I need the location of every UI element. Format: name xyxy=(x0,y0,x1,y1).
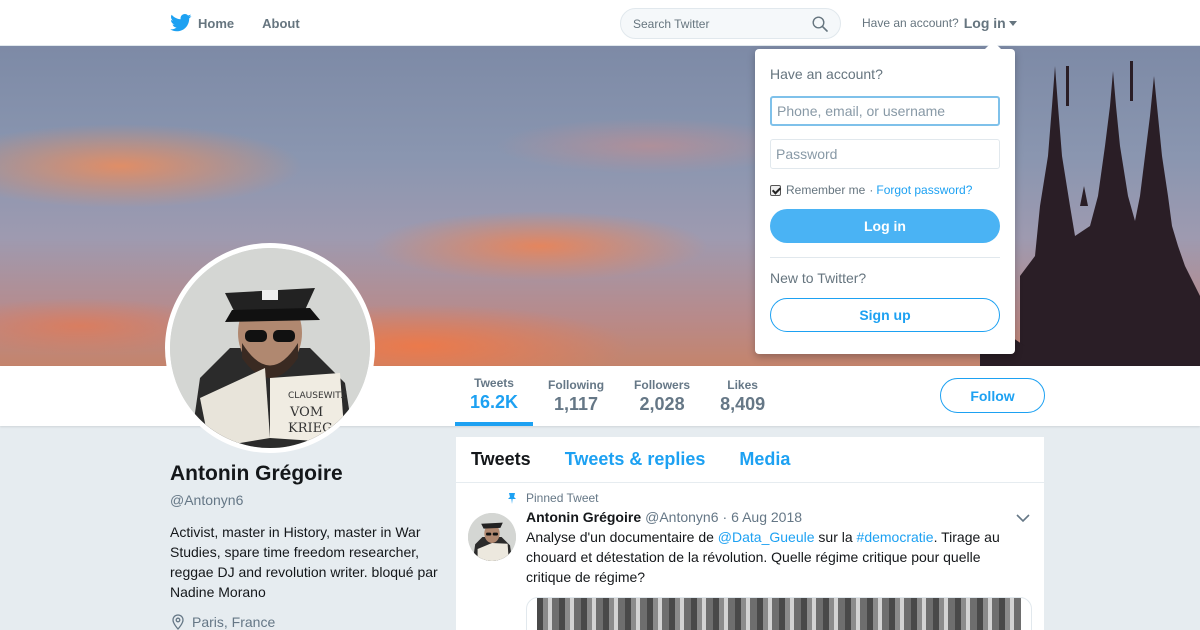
location-pin-icon xyxy=(172,614,184,630)
tweet-media-image xyxy=(537,598,1021,630)
have-account-text: Have an account? xyxy=(862,16,959,30)
tweet-handle[interactable]: @Antonyn6 xyxy=(645,509,718,525)
remember-row: Remember me · Forgot password? xyxy=(770,183,1000,197)
dropdown-title: Have an account? xyxy=(770,66,883,82)
stat-label: Following xyxy=(548,377,605,392)
search-icon[interactable] xyxy=(812,15,828,32)
login-dropdown: Have an account? Remember me · Forgot pa… xyxy=(755,41,1015,354)
stat-following[interactable]: Following 1,117 xyxy=(533,366,619,426)
profile-stats: Tweets 16.2K Following 1,117 Followers 2… xyxy=(455,366,780,426)
stat-label: Tweets xyxy=(474,375,514,390)
remember-checkbox[interactable] xyxy=(770,184,781,196)
location-text: Paris, France xyxy=(192,614,276,630)
stat-label: Likes xyxy=(727,377,758,392)
pin-icon xyxy=(508,493,516,504)
tab-tweets[interactable]: Tweets xyxy=(471,449,531,470)
tweet-text-part: sur la xyxy=(814,529,857,545)
stat-value: 1,117 xyxy=(554,393,599,414)
tweet-avatar-photo xyxy=(468,513,516,561)
chevron-down-icon[interactable] xyxy=(1016,513,1030,523)
dropdown-divider xyxy=(770,257,1000,258)
username-field[interactable] xyxy=(770,96,1000,126)
pinned-indicator: Pinned Tweet xyxy=(508,491,1029,505)
tab-tweets-replies[interactable]: Tweets & replies xyxy=(565,449,706,470)
tweet-date[interactable]: 6 Aug 2018 xyxy=(731,509,802,525)
svg-text:VOM: VOM xyxy=(289,405,323,420)
forgot-password-link[interactable]: Forgot password? xyxy=(876,183,972,197)
profile-location: Paris, France xyxy=(170,614,440,630)
about-link[interactable]: About xyxy=(262,16,300,31)
search-input[interactable]: Search Twitter xyxy=(620,8,841,39)
top-nav: Home About Search Twitter Have an accoun… xyxy=(0,0,1200,46)
login-button[interactable]: Log in xyxy=(770,209,1000,243)
tweet-text-part: Analyse d'un documentaire de xyxy=(526,529,718,545)
profile-name[interactable]: Antonin Grégoire xyxy=(170,462,440,486)
profile-handle[interactable]: @Antonyn6 xyxy=(170,492,440,508)
tab-media[interactable]: Media xyxy=(739,449,790,470)
remember-separator: · xyxy=(869,183,874,197)
avatar-photo: CLAUSEWITZ VOM KRIEG xyxy=(170,248,370,448)
stat-value: 2,028 xyxy=(639,393,685,414)
stat-value: 8,409 xyxy=(720,393,766,414)
profile-avatar[interactable]: CLAUSEWITZ VOM KRIEG xyxy=(165,243,375,453)
home-link[interactable]: Home xyxy=(170,14,234,32)
nav-left: Home About xyxy=(170,0,328,46)
login-dropdown-toggle[interactable]: Log in xyxy=(964,15,1017,31)
home-label: Home xyxy=(198,15,235,31)
stat-label: Followers xyxy=(634,377,691,392)
tweet-avatar[interactable] xyxy=(468,513,516,561)
tweet[interactable]: Pinned Tweet Antonin Grégoire @Antonyn6 … xyxy=(456,483,1044,630)
timeline: Tweets Tweets & replies Media Pinned Twe… xyxy=(456,437,1044,630)
tweet-hashtag-link[interactable]: #democratie xyxy=(857,529,934,545)
follow-button[interactable]: Follow xyxy=(940,378,1045,413)
stat-likes[interactable]: Likes 8,409 xyxy=(705,366,780,426)
svg-text:CLAUSEWITZ: CLAUSEWITZ xyxy=(288,391,347,401)
svg-text:KRIEG: KRIEG xyxy=(288,421,333,436)
tweet-media[interactable] xyxy=(526,597,1032,630)
stat-followers[interactable]: Followers 2,028 xyxy=(619,366,705,426)
stat-tweets[interactable]: Tweets 16.2K xyxy=(455,366,534,426)
profile-bio: Activist, master in History, master in W… xyxy=(170,524,438,600)
remember-label[interactable]: Remember me xyxy=(786,183,865,197)
tweet-text: Analyse d'un documentaire de @Data_Gueul… xyxy=(526,527,1020,587)
signup-button[interactable]: Sign up xyxy=(770,298,1000,332)
search-placeholder: Search Twitter xyxy=(633,16,710,31)
pinned-label: Pinned Tweet xyxy=(526,491,599,505)
tweet-header: Antonin Grégoire @Antonyn6 · 6 Aug 2018 xyxy=(526,509,1029,525)
twitter-bird-icon xyxy=(170,14,192,32)
password-field[interactable] xyxy=(770,139,1000,169)
timeline-tabs: Tweets Tweets & replies Media xyxy=(456,437,1044,483)
tweet-mention-link[interactable]: @Data_Gueule xyxy=(718,529,815,545)
tweet-separator: · xyxy=(722,509,728,525)
profile-info: Antonin Grégoire @Antonyn6 Activist, mas… xyxy=(170,462,440,630)
login-link-label: Log in xyxy=(963,15,1006,31)
new-to-twitter-text: New to Twitter? xyxy=(770,270,867,286)
stat-value: 16.2K xyxy=(470,391,519,412)
caret-down-icon xyxy=(1008,20,1017,26)
account-area: Have an account? Log in xyxy=(862,0,1017,46)
tweet-author[interactable]: Antonin Grégoire xyxy=(526,509,641,525)
